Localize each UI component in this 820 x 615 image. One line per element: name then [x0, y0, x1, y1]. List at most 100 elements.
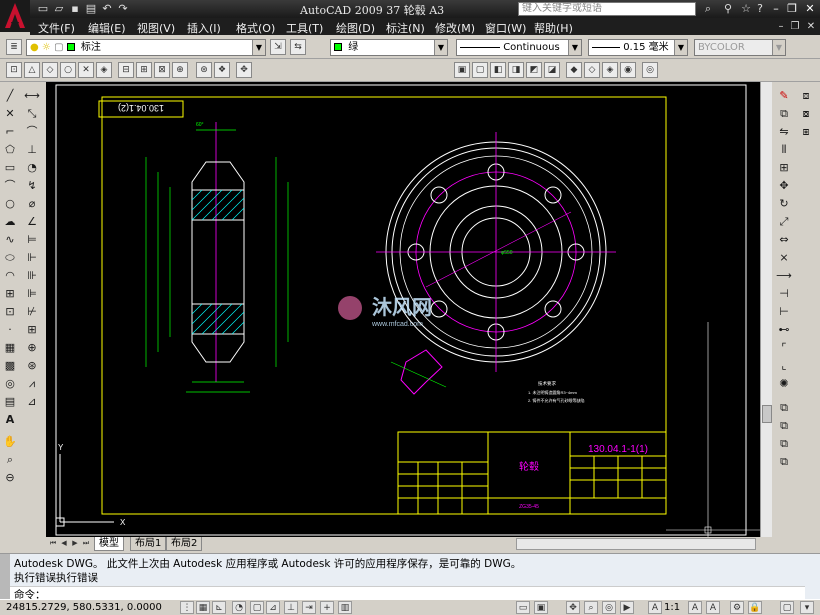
dim-ordinate-icon[interactable]: ⊥	[24, 142, 40, 158]
linetype-dropdown[interactable]: Continuous ▼	[456, 39, 582, 56]
chevron-down-icon[interactable]: ▼	[568, 40, 581, 55]
coordinates-readout[interactable]: 24815.2729, 580.5331, 0.0000	[6, 602, 162, 613]
dynamic-input-icon[interactable]: ⇥	[302, 601, 316, 614]
polar-tracking-icon[interactable]: ◔	[232, 601, 246, 614]
copy-icon[interactable]: ⧉	[776, 106, 792, 122]
center-mark-icon[interactable]: ⊕	[24, 340, 40, 356]
iso-ne-icon[interactable]: ◈	[602, 62, 618, 78]
quick-dim-icon[interactable]: ⊨	[24, 232, 40, 248]
menu-view[interactable]: 视图(V)	[137, 20, 175, 36]
horizontal-scrollbar[interactable]	[516, 538, 756, 550]
tab-layout2[interactable]: 布局2	[166, 537, 203, 551]
table-icon[interactable]: ▤	[2, 394, 18, 410]
point-icon[interactable]: ·	[2, 322, 18, 338]
quick-properties-icon[interactable]: ▥	[338, 601, 352, 614]
tab-model[interactable]: 模型	[94, 537, 124, 551]
menu-draw[interactable]: 绘图(D)	[336, 20, 375, 36]
scale-icon[interactable]: ⤢	[776, 214, 792, 230]
view-bottom-icon[interactable]: ▢	[472, 62, 488, 78]
dim-space-icon[interactable]: ⊫	[24, 286, 40, 302]
make-block-icon[interactable]: ⊡	[2, 304, 18, 320]
explode-icon[interactable]: ✺	[776, 376, 792, 392]
vertical-scroll-thumb[interactable]	[762, 405, 772, 423]
annotation-scale-icon[interactable]: A	[648, 601, 662, 614]
draworder-side-icon[interactable]: ⧉	[776, 400, 792, 416]
bring-text-front-icon[interactable]: ⧉	[776, 454, 792, 470]
draworder-icon[interactable]: ⧈	[798, 88, 814, 104]
lineweight-display-icon[interactable]: +	[320, 601, 334, 614]
snap-center-icon[interactable]: ○	[60, 62, 76, 78]
polygon-icon[interactable]: ⬠	[2, 142, 18, 158]
layer-previous-icon[interactable]: ⇆	[290, 39, 306, 55]
extend-icon[interactable]: ⟶	[776, 268, 792, 284]
hatch-icon[interactable]: ▦	[2, 340, 18, 356]
tab-last-icon[interactable]: ⏭	[81, 538, 91, 549]
iso-nw-icon[interactable]: ◉	[620, 62, 636, 78]
make-current-layer-icon[interactable]: ⇲	[270, 39, 286, 55]
layer-manager-icon[interactable]: ≣	[6, 39, 22, 55]
bring-front-icon[interactable]: ⧇	[798, 106, 814, 122]
iso-sw-icon[interactable]: ◆	[566, 62, 582, 78]
tab-first-icon[interactable]: ⏮	[48, 538, 58, 549]
spline-icon[interactable]: ∿	[2, 232, 18, 248]
redo-icon[interactable]: ↷	[116, 2, 130, 15]
dim-edit-icon[interactable]: ⊿	[24, 394, 40, 410]
view-right-icon[interactable]: ◨	[508, 62, 524, 78]
view-front-icon[interactable]: ◩	[526, 62, 542, 78]
snap-quadrant-icon[interactable]: ◈	[96, 62, 112, 78]
undo-icon[interactable]: ↶	[100, 2, 114, 15]
dim-radius-icon[interactable]: ⊠	[154, 62, 170, 78]
doc-restore-icon[interactable]: ❐	[788, 20, 802, 33]
help-icon[interactable]: ?	[752, 2, 768, 16]
jogged-linear-icon[interactable]: ⩘	[24, 376, 40, 392]
erase-icon[interactable]: ✎	[776, 88, 792, 104]
chevron-down-icon[interactable]: ▼	[252, 40, 265, 55]
communication-center-icon[interactable]: ⚲	[720, 2, 736, 16]
tab-layout1[interactable]: 布局1	[130, 537, 167, 551]
dynamic-ucs-icon[interactable]: ⊥	[284, 601, 298, 614]
line-tool-icon[interactable]: ╱	[2, 88, 18, 104]
break-at-point-icon[interactable]: ⊣	[776, 286, 792, 302]
menu-file[interactable]: 文件(F)	[38, 20, 75, 36]
view-left-icon[interactable]: ◧	[490, 62, 506, 78]
annotation-visibility-icon[interactable]: A	[688, 601, 702, 614]
quick-view-layouts-icon[interactable]: ▣	[534, 601, 548, 614]
fillet-icon[interactable]: ⌞	[776, 358, 792, 374]
dim-aligned-icon[interactable]: ⊞	[136, 62, 152, 78]
toolbar-lock-icon[interactable]: 🔒	[748, 601, 762, 614]
zoom-realtime-icon[interactable]: ⌕	[2, 452, 18, 468]
workspace-switch-icon[interactable]: ⚙	[730, 601, 744, 614]
command-input[interactable]: 命令：	[10, 586, 805, 601]
offset-icon[interactable]: ⫴	[776, 142, 792, 158]
region-icon[interactable]: ◎	[2, 376, 18, 392]
annotation-scale-value[interactable]: 1:1	[664, 602, 680, 613]
new-file-icon[interactable]: ▭	[36, 2, 50, 15]
view-cube-icon[interactable]: ❖	[214, 62, 230, 78]
clean-screen-icon[interactable]: ▢	[780, 601, 794, 614]
ortho-mode-icon[interactable]: ⊾	[212, 601, 226, 614]
break-icon[interactable]: ⊢	[776, 304, 792, 320]
print-icon[interactable]: ▤	[84, 2, 98, 15]
dim-break-icon[interactable]: ⊬	[24, 304, 40, 320]
grid-display-icon[interactable]: ▦	[196, 601, 210, 614]
dim-radius-side-icon[interactable]: ◔	[24, 160, 40, 176]
construction-line-icon[interactable]: ✕	[2, 106, 18, 122]
arc-icon[interactable]: ⌒	[2, 178, 18, 194]
snap-midpoint-icon[interactable]: ◇	[42, 62, 58, 78]
view-top-icon[interactable]: ▣	[454, 62, 470, 78]
layer-dropdown[interactable]: ● ☼ ▢ 标注 ▼	[26, 39, 266, 56]
send-back-icon[interactable]: ⧆	[798, 124, 814, 140]
stretch-icon[interactable]: ⇔	[776, 232, 792, 248]
help-search-input[interactable]: 键入关键字或短语	[518, 2, 696, 16]
auto-scale-icon[interactable]: A	[706, 601, 720, 614]
gradient-icon[interactable]: ▩	[2, 358, 18, 374]
tolerance-icon[interactable]: ⊞	[24, 322, 40, 338]
temp-track-icon[interactable]: ⊡	[6, 62, 22, 78]
vertical-scrollbar[interactable]	[760, 82, 772, 537]
multiline-text-icon[interactable]: A	[2, 412, 18, 428]
zoom-status-icon[interactable]: ⌕	[584, 601, 598, 614]
dim-diameter-icon[interactable]: ⊕	[172, 62, 188, 78]
revcloud-icon[interactable]: ☁	[2, 214, 18, 230]
chevron-down-icon[interactable]: ▼	[674, 40, 687, 55]
dim-jogged-icon[interactable]: ↯	[24, 178, 40, 194]
